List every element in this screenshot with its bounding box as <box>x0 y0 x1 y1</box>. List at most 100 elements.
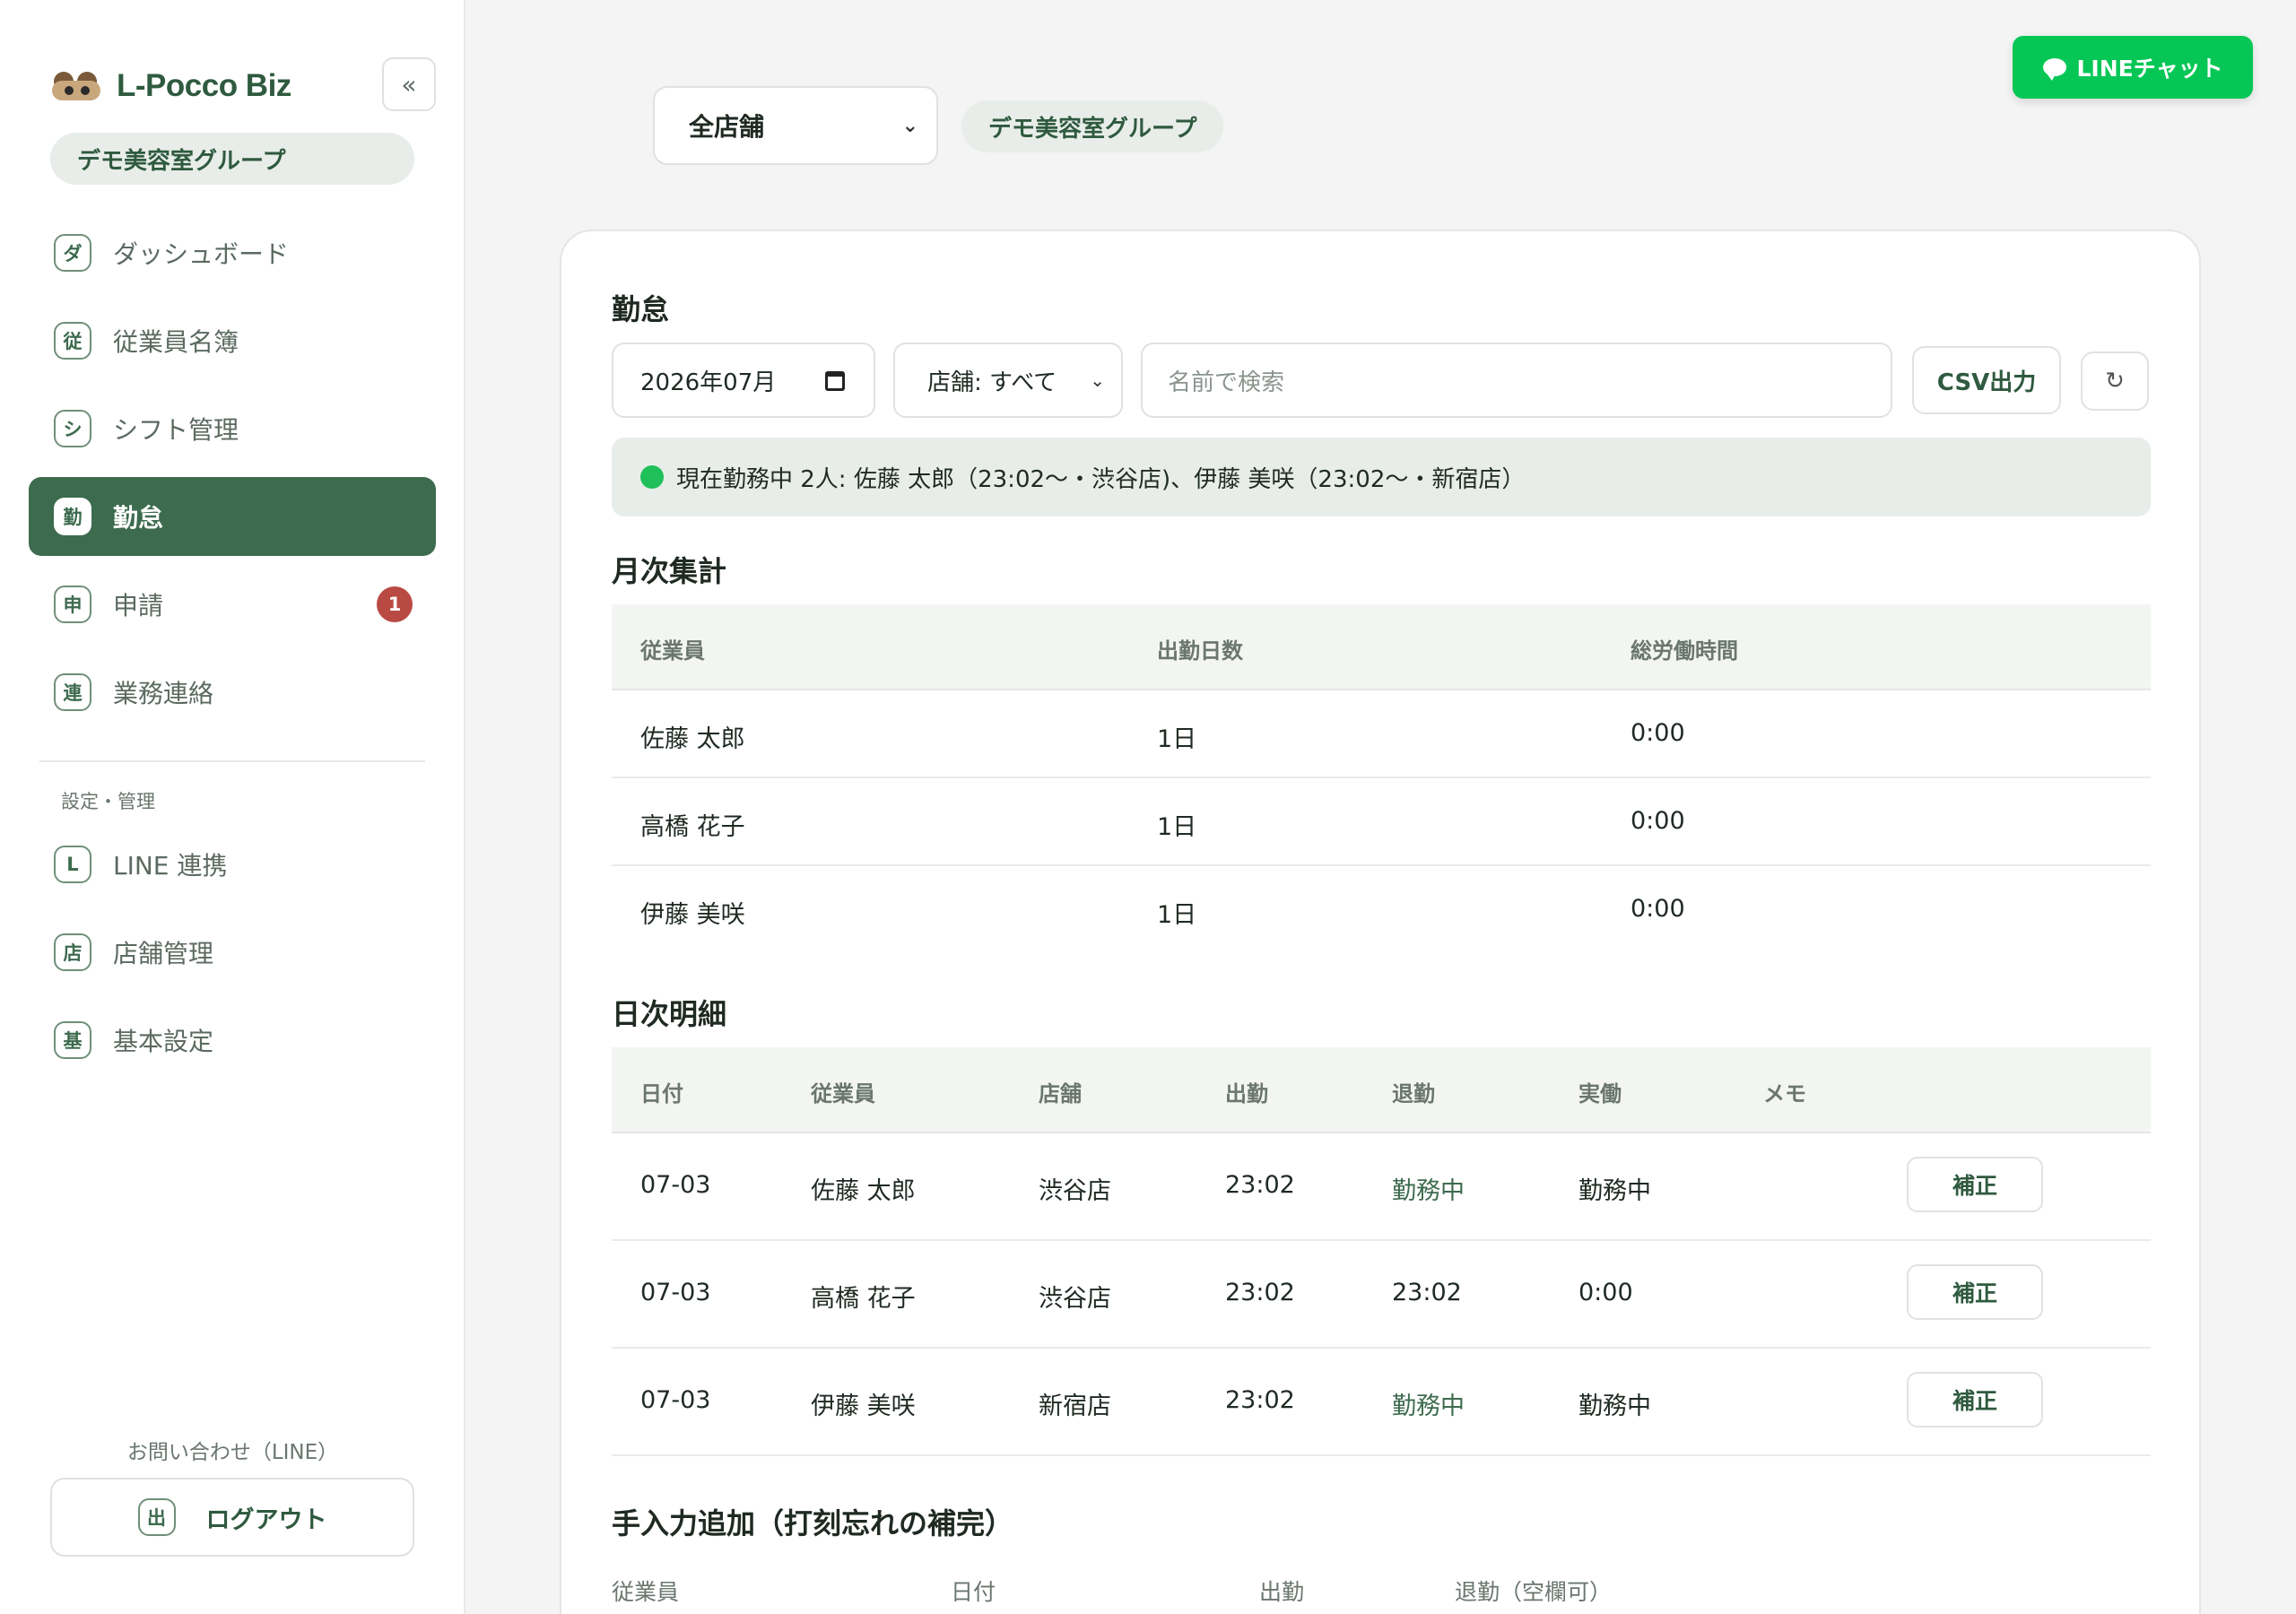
clock-in-cell: 23:02 <box>1225 1171 1295 1199</box>
attendance-icon: 勤 <box>54 498 91 535</box>
total-hours: 0:00 <box>1631 895 1685 923</box>
column-header: 従業員 <box>640 638 705 664</box>
sidebar-item-label: ダッシュボード <box>113 239 290 269</box>
sidebar-item-line-integration[interactable]: L LINE 連携 <box>29 825 436 904</box>
employee-cell: 佐藤 太郎 <box>811 1177 916 1205</box>
requests-icon: 申 <box>54 586 91 623</box>
refresh-button[interactable]: ↻ <box>2081 351 2149 411</box>
column-header: 日付 <box>640 1081 683 1106</box>
total-hours: 0:00 <box>1631 719 1685 747</box>
table-header: 従業員 出勤日数 総労働時間 <box>612 604 2151 690</box>
sidebar-item-label: 基本設定 <box>113 1027 214 1056</box>
sidebar-item-attendance[interactable]: 勤 勤怠 <box>29 477 436 556</box>
brand[interactable]: L-Pocco Biz <box>50 61 291 111</box>
employees-icon: 従 <box>54 322 91 360</box>
refresh-icon: ↻ <box>2105 368 2125 395</box>
employee-cell: 高橋 花子 <box>811 1285 916 1313</box>
raccoon-logo-icon <box>50 68 102 104</box>
sidebar-item-label: 店舗管理 <box>113 939 214 968</box>
sidebar-item-label: LINE 連携 <box>113 851 228 881</box>
total-hours: 0:00 <box>1631 807 1685 835</box>
month-input[interactable]: 2026年07月 <box>612 343 875 418</box>
contact-link[interactable]: お問い合わせ（LINE） <box>0 1435 465 1465</box>
table-row: 伊藤 美咲 1日 0:00 <box>612 866 2151 954</box>
logout-label: ログアウト <box>205 1506 327 1534</box>
table-row: 07-03 佐藤 太郎 渋谷店 23:02 勤務中 勤務中 補正 <box>612 1133 2151 1241</box>
line-icon: L <box>54 846 91 883</box>
status-dot-icon <box>640 465 664 489</box>
shifts-icon: シ <box>54 410 91 447</box>
sidebar-item-label: 申請 <box>113 591 164 620</box>
column-header: 総労働時間 <box>1631 638 1738 664</box>
csv-export-button[interactable]: CSV出力 <box>1912 346 2061 414</box>
worked-cell: 勤務中 <box>1578 1177 1651 1205</box>
sidebar-divider <box>39 760 425 762</box>
work-days: 1日 <box>1157 725 1197 753</box>
store-cell: 渋谷店 <box>1039 1285 1111 1313</box>
line-chat-button[interactable]: LINEチャット <box>2013 36 2253 99</box>
working-now-text: 現在勤務中 2人: 佐藤 太郎（23:02〜・渋谷店)、伊藤 美咲（23:02〜… <box>676 465 1526 493</box>
monthly-summary-heading: 月次集計 <box>612 554 727 588</box>
clock-out-cell: 勤務中 <box>1392 1177 1465 1205</box>
employee-field-label: 従業員 <box>612 1579 680 1605</box>
chat-bubble-icon <box>2042 58 2066 81</box>
work-days: 1日 <box>1157 901 1197 929</box>
messages-icon: 連 <box>54 673 91 711</box>
employee-cell: 伊藤 美咲 <box>811 1393 916 1420</box>
correct-button[interactable]: 補正 <box>1907 1264 2043 1320</box>
clock-out-field-label: 退勤（空欄可） <box>1455 1579 1613 1605</box>
settings-icon: 基 <box>54 1021 91 1059</box>
sidebar-item-label: 勤怠 <box>113 503 164 533</box>
sidebar-item-messages[interactable]: 連 業務連絡 <box>29 653 436 732</box>
store-select[interactable]: 全店舗 ⌄ <box>653 86 938 165</box>
store-filter-select[interactable]: 店舗: すべて ⌄ <box>893 343 1123 418</box>
employee-name: 佐藤 太郎 <box>640 725 745 753</box>
calendar-icon[interactable] <box>825 371 845 391</box>
working-now-status: 現在勤務中 2人: 佐藤 太郎（23:02〜・渋谷店)、伊藤 美咲（23:02〜… <box>612 438 2151 516</box>
employee-name: 伊藤 美咲 <box>640 901 745 929</box>
chevron-down-icon: ⌄ <box>901 115 918 137</box>
column-header: 出勤日数 <box>1157 638 1243 664</box>
sidebar-item-label: シフト管理 <box>113 415 239 445</box>
logout-button[interactable]: 出 ログアウト <box>50 1478 414 1557</box>
date-field-label: 日付 <box>951 1579 996 1605</box>
clock-in-field-label: 出勤 <box>1259 1579 1305 1605</box>
sidebar-item-shifts[interactable]: シ シフト管理 <box>29 389 436 468</box>
sidebar-item-employees[interactable]: 従 従業員名簿 <box>29 301 436 380</box>
organization-pill: デモ美容室グループ <box>50 133 414 185</box>
worked-cell: 勤務中 <box>1578 1393 1651 1420</box>
work-days: 1日 <box>1157 813 1197 841</box>
search-placeholder: 名前で検索 <box>1168 369 1285 396</box>
month-value: 2026年07月 <box>640 369 777 396</box>
collapse-sidebar-button[interactable]: « <box>382 57 436 111</box>
column-header: 店舗 <box>1039 1081 1082 1106</box>
store-icon: 店 <box>54 933 91 971</box>
worked-cell: 0:00 <box>1578 1279 1633 1306</box>
notification-badge: 1 <box>377 586 413 622</box>
sidebar-item-dashboard[interactable]: ダ ダッシュボード <box>29 213 436 292</box>
name-search-input[interactable]: 名前で検索 <box>1141 343 1892 418</box>
chevron-down-icon: ⌄ <box>1090 369 1105 391</box>
sidebar-item-label: 従業員名簿 <box>113 327 239 357</box>
manual-entry-heading: 手入力追加（打刻忘れの補完） <box>612 1506 1014 1540</box>
sidebar-item-label: 業務連絡 <box>113 679 214 708</box>
store-filter-value: 店舗: すべて <box>927 369 1057 396</box>
correct-button[interactable]: 補正 <box>1907 1157 2043 1212</box>
sidebar-item-store-management[interactable]: 店 店舗管理 <box>29 913 436 992</box>
sidebar-item-requests[interactable]: 申 申請 1 <box>29 565 436 644</box>
clock-out-cell: 23:02 <box>1392 1279 1462 1306</box>
employee-name: 高橋 花子 <box>640 813 745 841</box>
table-row: 高橋 花子 1日 0:00 <box>612 778 2151 866</box>
date-cell: 07-03 <box>640 1386 711 1414</box>
column-header: 出勤 <box>1225 1081 1268 1106</box>
date-cell: 07-03 <box>640 1279 711 1306</box>
table-row: 佐藤 太郎 1日 0:00 <box>612 690 2151 778</box>
correct-button[interactable]: 補正 <box>1907 1372 2043 1427</box>
sidebar-item-basic-settings[interactable]: 基 基本設定 <box>29 1001 436 1080</box>
store-cell: 渋谷店 <box>1039 1177 1111 1205</box>
clock-in-cell: 23:02 <box>1225 1279 1295 1306</box>
brand-name: L-Pocco Biz <box>117 68 291 103</box>
clock-in-cell: 23:02 <box>1225 1386 1295 1414</box>
column-header: 退勤 <box>1392 1081 1435 1106</box>
table-header: 日付 従業員 店舗 出勤 退勤 実働 メモ <box>612 1047 2151 1133</box>
